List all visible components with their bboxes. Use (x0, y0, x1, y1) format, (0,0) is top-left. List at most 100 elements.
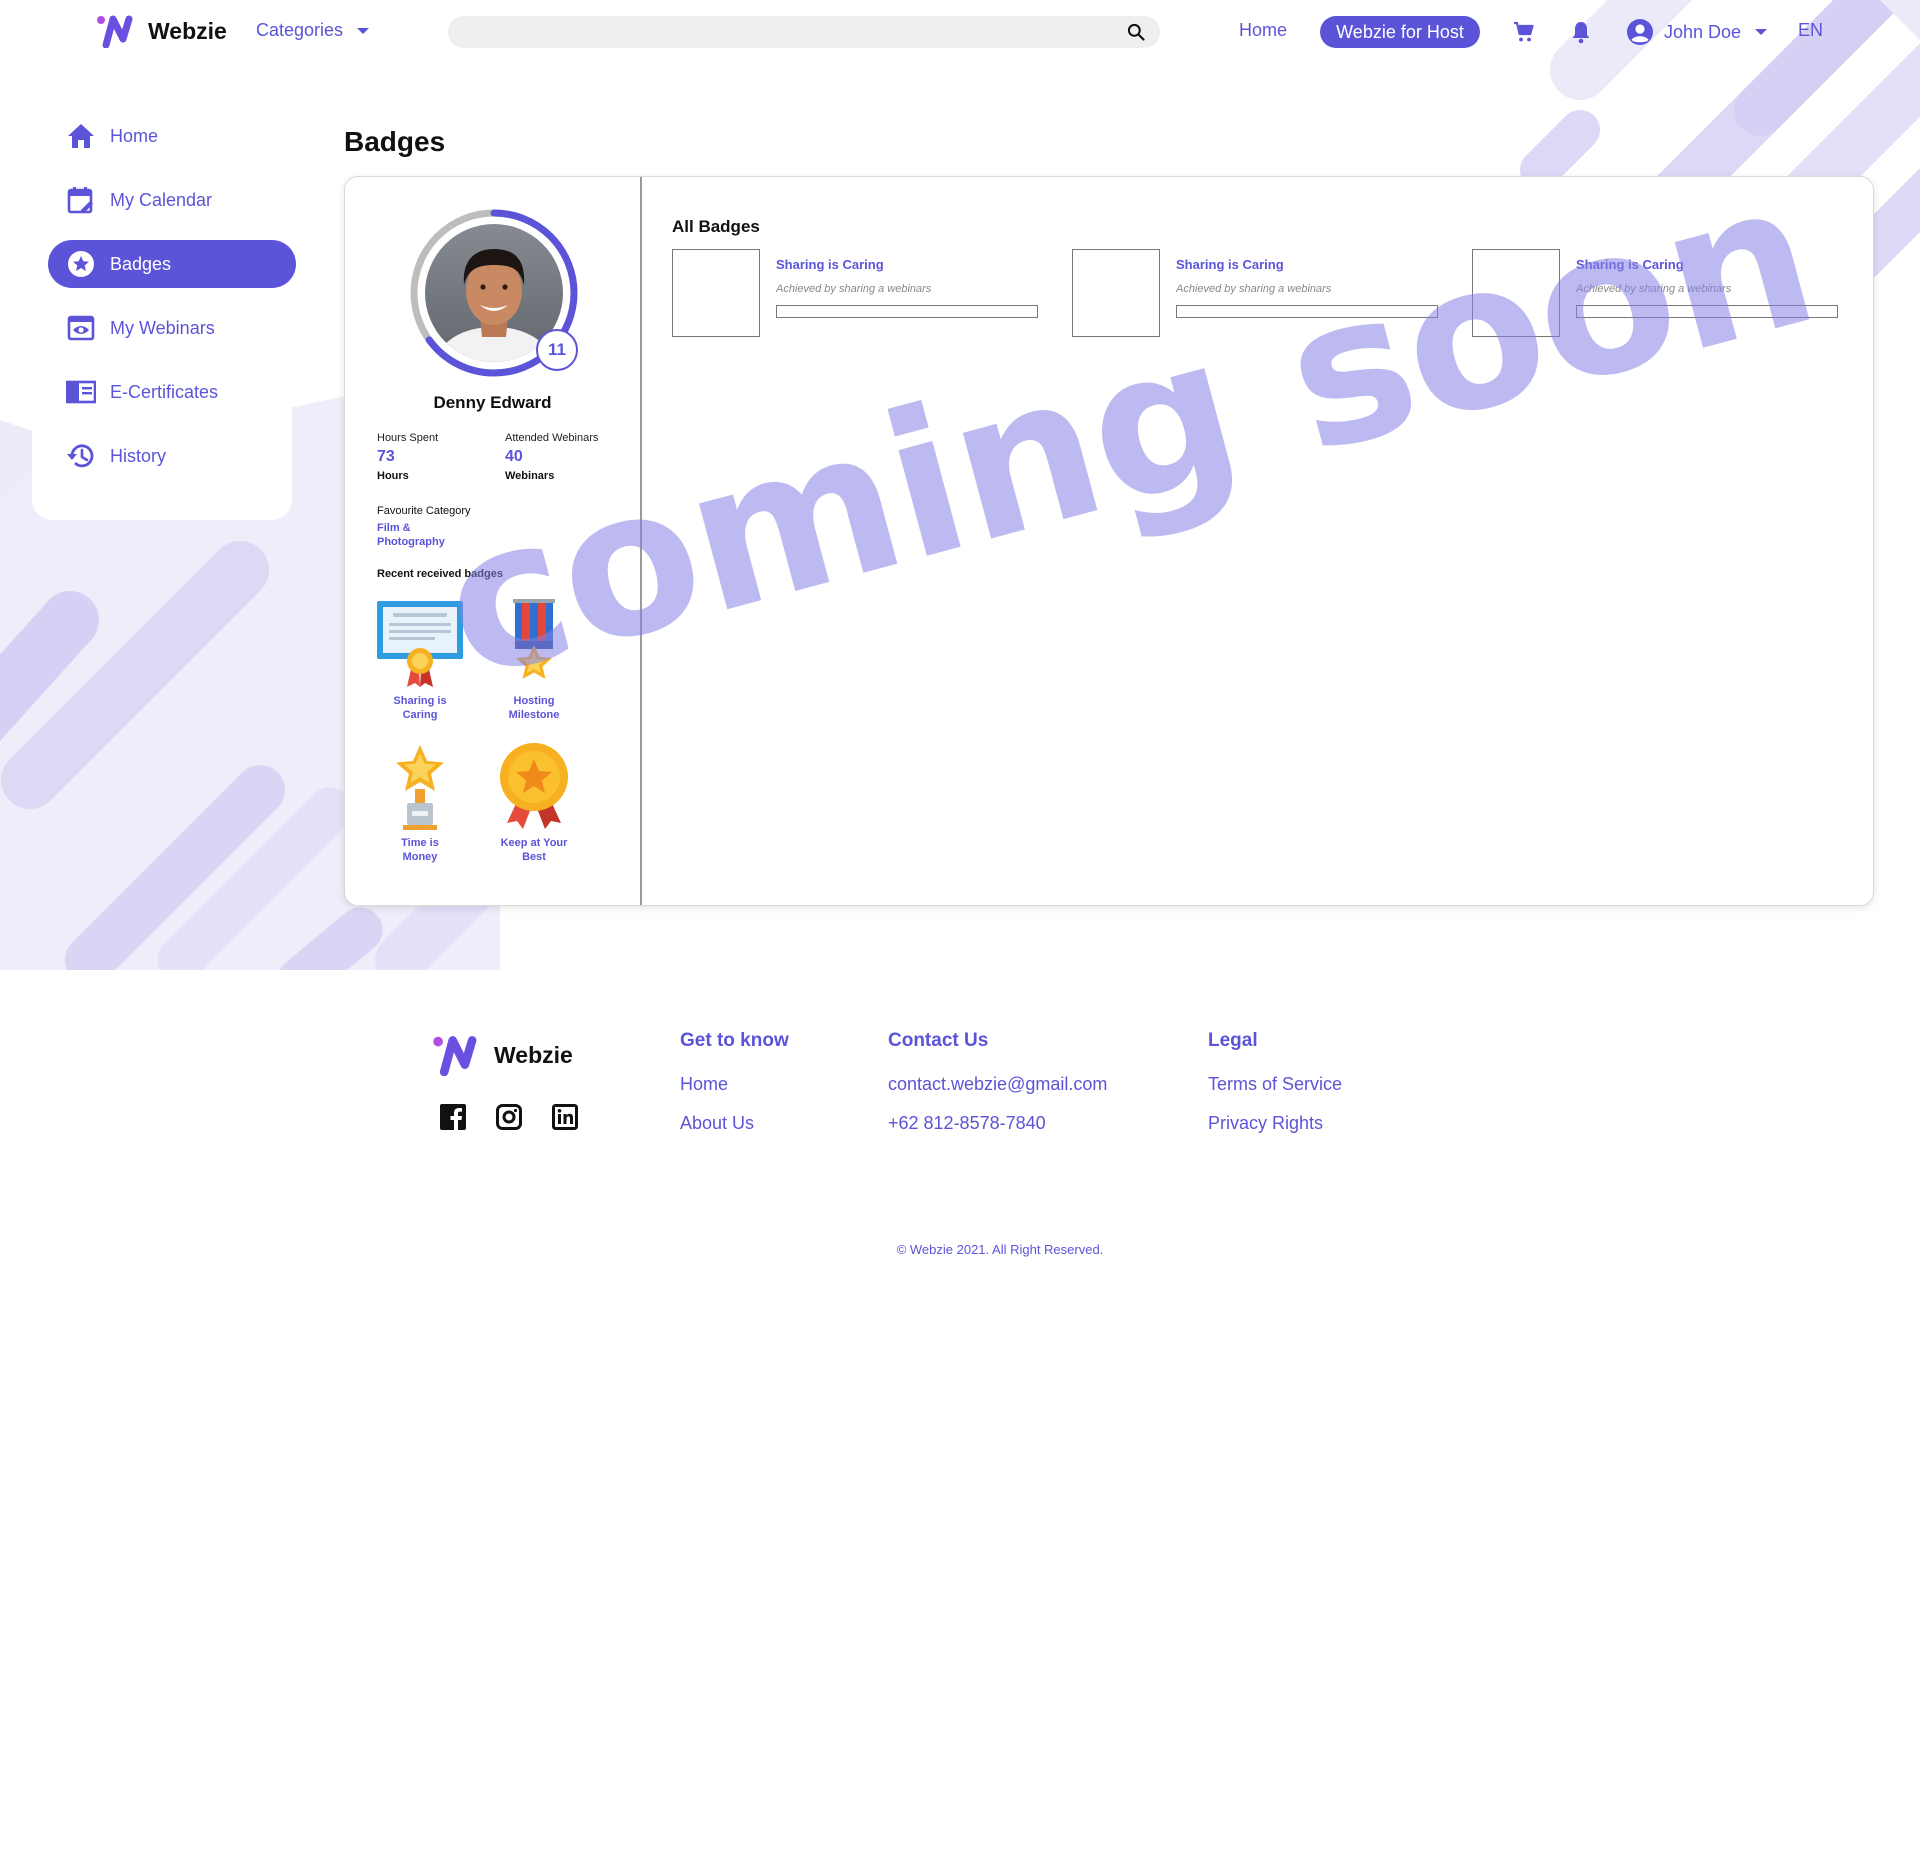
star-badge-icon (66, 249, 96, 279)
categories-dropdown[interactable]: Categories (256, 20, 370, 41)
linkedin-icon[interactable] (552, 1104, 578, 1130)
nav-home-link[interactable]: Home (1239, 20, 1287, 41)
footer-col-contact: Contact Us contact.webzie@gmail.com +62 … (888, 1030, 1107, 1152)
footer-brand-name: Webzie (494, 1041, 573, 1068)
history-icon (66, 441, 96, 471)
chevron-down-icon (357, 27, 370, 34)
level-badge: 11 (536, 329, 578, 371)
star-trophy-icon (396, 745, 444, 830)
chevron-down-icon (1755, 29, 1768, 35)
attended-webinars-stat: Attended Webinars 40 Webinars (505, 432, 598, 482)
badge-title: Sharing is Caring (1176, 257, 1284, 272)
gold-medal-icon (500, 743, 568, 829)
sidebar-item-badges[interactable]: Badges (48, 240, 296, 288)
badge-title: Sharing is Caring (1576, 257, 1684, 272)
cart-icon[interactable] (1512, 20, 1536, 44)
sidebar-item-label: E-Certificates (110, 381, 219, 402)
badge-progress-bar (776, 305, 1038, 318)
social-links (440, 1104, 578, 1130)
badge-thumbnail (1472, 249, 1560, 337)
badge-item[interactable]: Sharing is Caring Achieved by sharing a … (1472, 249, 1846, 339)
footer-brand-logo[interactable]: Webzie (432, 1034, 573, 1076)
badge-item[interactable]: Sharing is Caring Achieved by sharing a … (672, 249, 1046, 339)
badge-thumbnail (1072, 249, 1160, 337)
recent-badge-label: Keep at Your Best (500, 837, 568, 863)
badge-description: Achieved by sharing a webinars (1176, 283, 1332, 295)
favourite-category: Favourite Category Film & Photography (377, 505, 471, 549)
recent-badge-item[interactable]: Keep at Your Best (479, 741, 589, 864)
language-selector[interactable]: EN (1798, 20, 1823, 41)
sidebar-item-label: My Calendar (110, 189, 213, 210)
search-bar (448, 16, 1160, 48)
profile-name: Denny Edward (433, 393, 552, 412)
recent-badge-item[interactable]: Hosting Milestone (479, 599, 589, 722)
brand-name: Webzie (148, 17, 227, 44)
profile-panel: 11 Denny Edward Hours Spent 73 Hours Att… (345, 177, 642, 905)
avatar[interactable]: 11 (408, 207, 580, 379)
webzie-logo-icon (433, 1036, 477, 1076)
search-icon[interactable] (1126, 22, 1146, 42)
user-name: John Doe (1664, 21, 1742, 42)
search-input[interactable] (448, 16, 1160, 48)
badge-title: Sharing is Caring (776, 257, 884, 272)
hours-spent-unit: Hours (377, 470, 409, 482)
copyright-text: © Webzie 2021. All Right Reserved. (896, 1242, 1104, 1257)
facebook-icon[interactable] (440, 1104, 466, 1130)
footer-heading: Get to know (680, 1030, 789, 1051)
attended-webinars-value: 40 (505, 448, 523, 465)
recent-badge-label: Hosting Milestone (508, 695, 560, 721)
sidebar-item-label: Home (110, 125, 159, 146)
footer-link-privacy[interactable]: Privacy Rights (1208, 1113, 1342, 1134)
attended-webinars-label: Attended Webinars (505, 432, 599, 444)
user-menu[interactable]: John Doe (1626, 18, 1768, 46)
page-title: Badges (344, 126, 446, 157)
instagram-icon[interactable] (496, 1104, 522, 1130)
account-avatar-icon (1627, 19, 1653, 45)
recent-badge-label: Sharing is Caring (393, 695, 447, 721)
sidebar-item-my-calendar[interactable]: My Calendar (48, 176, 296, 224)
footer-contact-email[interactable]: contact.webzie@gmail.com (888, 1074, 1107, 1095)
footer: Webzie Get to know Home About Us Contact… (0, 980, 1920, 1380)
footer-heading: Contact Us (888, 1030, 989, 1051)
footer-link-terms[interactable]: Terms of Service (1208, 1074, 1342, 1095)
recent-badges-title: Recent received badges (377, 568, 503, 580)
home-icon (66, 121, 96, 151)
badge-progress-bar (1176, 305, 1438, 318)
sidebar-item-label: My Webinars (110, 317, 215, 338)
calendar-icon (66, 185, 96, 215)
footer-contact-phone[interactable]: +62 812-8578-7840 (888, 1113, 1107, 1134)
hours-spent-label: Hours Spent (377, 432, 439, 444)
categories-label: Categories (256, 20, 344, 40)
top-navigation: Webzie Categories Home Webzie for Host J… (0, 0, 1920, 64)
hours-spent-stat: Hours Spent 73 Hours (377, 432, 438, 482)
badge-progress-bar (1576, 305, 1838, 318)
eye-icon (66, 313, 96, 343)
sidebar-item-label: Badges (110, 253, 172, 274)
badge-description: Achieved by sharing a webinars (776, 283, 932, 295)
webzie-logo-icon (97, 15, 133, 48)
footer-link-about-us[interactable]: About Us (680, 1113, 789, 1134)
certificate-icon (66, 377, 96, 407)
webzie-for-host-button[interactable]: Webzie for Host (1320, 16, 1480, 48)
favourite-category-value[interactable]: Film & Photography (377, 521, 467, 549)
attended-webinars-unit: Webinars (505, 470, 555, 482)
sidebar-item-history[interactable]: History (48, 432, 296, 480)
footer-col-legal: Legal Terms of Service Privacy Rights (1208, 1030, 1342, 1152)
badges-card: 11 Denny Edward Hours Spent 73 Hours Att… (344, 176, 1874, 906)
ribbon-star-medal-icon (513, 599, 555, 679)
badge-item[interactable]: Sharing is Caring Achieved by sharing a … (1072, 249, 1446, 339)
sidebar-item-my-webinars[interactable]: My Webinars (48, 304, 296, 352)
footer-link-home[interactable]: Home (680, 1074, 789, 1095)
footer-heading: Legal (1208, 1030, 1258, 1051)
sidebar: Home My Calendar Badges My Webinars E-Ce… (48, 112, 296, 496)
brand-logo[interactable]: Webzie (96, 14, 227, 48)
sidebar-item-label: History (110, 445, 167, 466)
notification-bell-icon[interactable] (1570, 20, 1592, 44)
sidebar-item-e-certificates[interactable]: E-Certificates (48, 368, 296, 416)
badge-description: Achieved by sharing a webinars (1576, 283, 1732, 295)
sidebar-item-home[interactable]: Home (48, 112, 296, 160)
recent-badge-item[interactable]: Time is Money (365, 741, 475, 864)
recent-badge-item[interactable]: Sharing is Caring (365, 599, 475, 722)
recent-badge-label: Time is Money (401, 837, 439, 863)
certificate-medal-icon (377, 601, 463, 687)
